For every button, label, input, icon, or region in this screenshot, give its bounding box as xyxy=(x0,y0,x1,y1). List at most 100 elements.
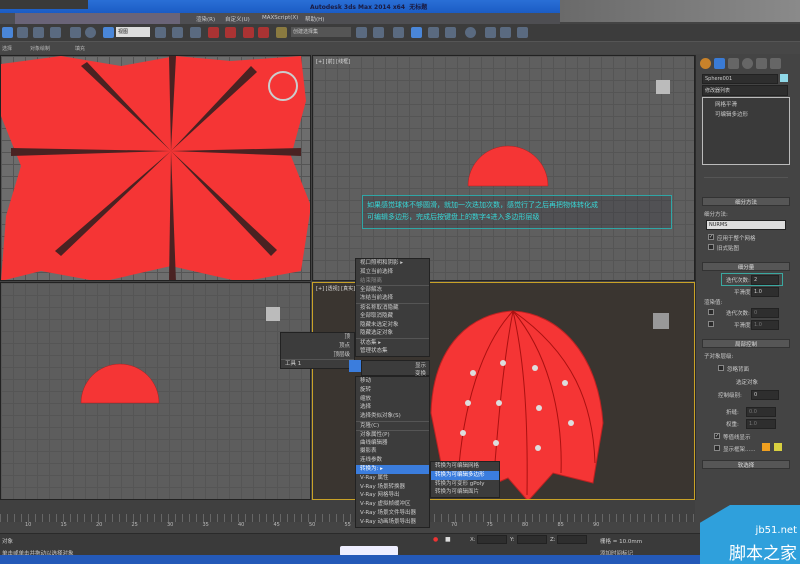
snap-icon[interactable] xyxy=(208,27,219,38)
ignore-backface-checkbox[interactable] xyxy=(718,365,724,371)
menu-item-manage-state-sets[interactable]: 管理状态集 xyxy=(356,347,429,356)
y-coordinate-field[interactable] xyxy=(517,535,547,544)
render-teapot-icon[interactable] xyxy=(517,27,528,38)
ribbon-tab-selection[interactable]: 选择 xyxy=(2,45,12,52)
menu-item-hide-selected[interactable]: 隐藏选定对象 xyxy=(356,329,429,338)
crease-spinner[interactable]: 0.0 xyxy=(746,407,776,417)
layer-icon[interactable] xyxy=(393,27,404,38)
select-by-name-icon[interactable] xyxy=(17,27,28,38)
named-selection-set[interactable]: 创建选择集 xyxy=(291,27,351,37)
modifier-list-dropdown[interactable]: 修改器列表 xyxy=(702,85,788,96)
z-coordinate-field[interactable] xyxy=(557,535,587,544)
cage-color-1[interactable] xyxy=(762,443,770,451)
weight-spinner[interactable]: 1.0 xyxy=(746,419,776,429)
align-icon[interactable] xyxy=(373,27,384,38)
menu-item-unhide-by-name[interactable]: 按名称取消隐藏 xyxy=(356,302,429,312)
menu-item-convert-to[interactable]: 转换为: ▸ xyxy=(356,464,429,474)
menu-item-vertex[interactable]: 顶点 xyxy=(281,342,354,351)
rotate-icon[interactable] xyxy=(85,27,96,38)
spinner-snap-icon[interactable] xyxy=(258,27,269,38)
rollout-local-control[interactable]: 局部控制 xyxy=(702,339,790,348)
menu-item-unfreeze-all[interactable]: 全部解冻 xyxy=(356,285,429,294)
menu-item-wire-parameters[interactable]: 连线参数 xyxy=(356,456,429,465)
motion-tab-icon[interactable] xyxy=(742,58,753,69)
angle-snap-icon[interactable] xyxy=(225,27,236,38)
menu-item-scale[interactable]: 缩放 xyxy=(356,395,429,404)
menu-customize[interactable]: 自定义(U) xyxy=(225,15,250,23)
menu-item-clone[interactable]: 克隆(C) xyxy=(356,420,429,430)
menu-help[interactable]: 帮助(H) xyxy=(305,15,324,23)
reference-coord-select[interactable]: 视图 xyxy=(116,27,150,37)
menu-item-vray-vfb[interactable]: V-Ray 虚拟帧缓冲区 xyxy=(356,500,429,509)
viewport-front[interactable]: [+] [前] [线框] xyxy=(312,55,695,281)
cage-color-2[interactable] xyxy=(774,443,782,451)
menu-item-move[interactable]: 移动 xyxy=(356,377,429,386)
menu-maxscript[interactable]: MAXScript(X) xyxy=(262,15,298,21)
apply-whole-mesh-checkbox[interactable]: ✓ xyxy=(708,234,714,240)
display-tab-icon[interactable] xyxy=(756,58,767,69)
timeline[interactable] xyxy=(0,500,695,522)
search-area[interactable] xyxy=(560,0,800,22)
menu-item-to-editable-poly[interactable]: 转换为可编辑多边形 xyxy=(431,470,499,480)
render-iterations-spinner[interactable]: 0 xyxy=(751,308,779,318)
move-icon[interactable] xyxy=(70,27,81,38)
quick-access-bar[interactable] xyxy=(0,0,88,9)
viewport-left[interactable] xyxy=(0,282,311,500)
show-cage-checkbox[interactable] xyxy=(714,445,720,451)
menu-item-vray-scene-converter[interactable]: V-Ray 场景转换器 xyxy=(356,483,429,492)
menu-rendering[interactable]: 渲染(R) xyxy=(196,15,215,23)
rollout-subdiv-amount[interactable]: 细分量 xyxy=(702,262,790,271)
select-object-icon[interactable] xyxy=(2,27,13,38)
render-setup-icon[interactable] xyxy=(485,27,496,38)
stack-item-meshsmooth[interactable]: 网格平滑 xyxy=(703,98,789,110)
menu-item-curve-editor[interactable]: 曲线编辑器 xyxy=(356,439,429,448)
render-iterations-checkbox[interactable] xyxy=(708,309,714,315)
material-editor-icon[interactable] xyxy=(465,27,476,38)
menu-item-unhide-all[interactable]: 全部取消隐藏 xyxy=(356,312,429,321)
stack-controls[interactable] xyxy=(704,170,788,178)
render-smoothness-checkbox[interactable] xyxy=(708,321,714,327)
rendered-frame-icon[interactable] xyxy=(500,27,511,38)
lock-icon[interactable]: ■ xyxy=(445,536,451,543)
smoothness-spinner[interactable]: 1.0 xyxy=(751,287,779,297)
keyboard-shortcut-icon[interactable] xyxy=(190,27,201,38)
curve-editor-icon[interactable] xyxy=(428,27,439,38)
stack-item-editable-poly[interactable]: 可编辑多边形 xyxy=(703,110,789,118)
rollout-soft-selection[interactable]: 软选择 xyxy=(702,460,790,469)
menu-item-viewport-lighting[interactable]: 视口照明和阴影 ▸ xyxy=(356,259,429,268)
x-coordinate-field[interactable] xyxy=(477,535,507,544)
menu-item-object-properties[interactable]: 对象属性(P) xyxy=(356,429,429,439)
graphite-icon[interactable] xyxy=(411,27,422,38)
rollout-subdiv-method[interactable]: 细分方法 xyxy=(702,197,790,206)
menu-item-hide-unselected[interactable]: 隐藏未选定对象 xyxy=(356,321,429,330)
menu-item-to-editable-mesh[interactable]: 转换为可编辑网格 xyxy=(431,462,499,471)
create-tab-icon[interactable] xyxy=(700,58,711,69)
viewport-top[interactable] xyxy=(0,55,311,281)
utilities-tab-icon[interactable] xyxy=(770,58,781,69)
pivot-icon[interactable] xyxy=(155,27,166,38)
timeline-ruler[interactable] xyxy=(0,514,695,522)
quad-center[interactable] xyxy=(349,360,361,372)
edit-named-selection-icon[interactable] xyxy=(276,27,287,38)
menu-item-vray-mesh-export[interactable]: V-Ray 网格导出 xyxy=(356,491,429,500)
percent-snap-icon[interactable] xyxy=(243,27,254,38)
object-name-field[interactable]: Sphere001 xyxy=(702,74,778,84)
old-map-checkbox[interactable] xyxy=(708,244,714,250)
mirror-icon[interactable] xyxy=(356,27,367,38)
manipulate-icon[interactable] xyxy=(172,27,183,38)
menu-item-vray-anim-export[interactable]: V-Ray 动画场景导出器 xyxy=(356,518,429,527)
window-crossing-icon[interactable] xyxy=(50,27,61,38)
object-color-swatch[interactable] xyxy=(780,74,788,82)
render-smoothness-spinner[interactable]: 1.0 xyxy=(751,320,779,330)
hierarchy-tab-icon[interactable] xyxy=(728,58,739,69)
menu-item-select[interactable]: 选择 xyxy=(356,403,429,412)
menu-item-dope-sheet[interactable]: 摄影表 xyxy=(356,447,429,456)
menu-item-freeze[interactable]: 冻结当前选择 xyxy=(356,294,429,303)
menu-item-isolate[interactable]: 孤立当前选择 xyxy=(356,268,429,277)
menu-item-vray-scene-export[interactable]: V-Ray 场景文件导出器 xyxy=(356,509,429,518)
isoline-checkbox[interactable]: ✓ xyxy=(714,433,720,439)
menu-item-top[interactable]: 顶 xyxy=(281,333,354,342)
scale-icon[interactable] xyxy=(103,27,114,38)
menu-item-rotate[interactable]: 旋转 xyxy=(356,386,429,395)
ribbon-tab-object-paint[interactable]: 对象绘制 xyxy=(30,45,50,52)
